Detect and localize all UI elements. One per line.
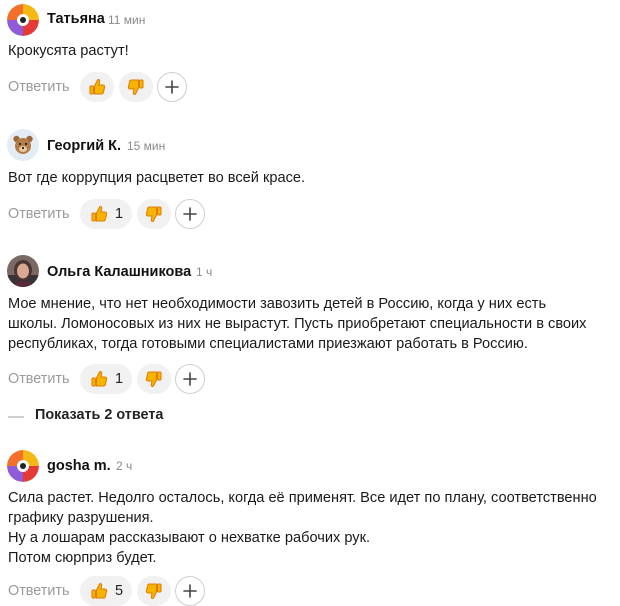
avatar[interactable] xyxy=(7,129,39,161)
comment-actions: Ответить 1 xyxy=(0,199,620,231)
show-replies-label: Показать 2 ответа xyxy=(35,407,164,423)
comment-text-line: Ну а лошарам рассказывают о нехватке раб… xyxy=(8,530,371,546)
comment-author[interactable]: Ольга Калашникова xyxy=(47,264,191,280)
like-count: 1 xyxy=(114,206,124,222)
like-button[interactable]: 1 xyxy=(80,199,132,229)
dislike-button[interactable] xyxy=(137,364,171,394)
thumbs-up-icon xyxy=(91,371,108,387)
comment-text-line: Мое мнение, что нет необходимости завози… xyxy=(8,296,547,312)
dislike-button[interactable] xyxy=(119,72,153,102)
thumbs-up-icon xyxy=(91,583,108,599)
comment-time: 1 ч xyxy=(196,265,213,279)
like-count: 1 xyxy=(114,371,124,387)
add-reaction-button[interactable] xyxy=(175,576,205,606)
dislike-button[interactable] xyxy=(137,199,171,229)
multicolor-circle-avatar-icon xyxy=(7,4,39,36)
plus-icon xyxy=(165,80,179,94)
like-button[interactable]: 5 xyxy=(80,576,132,606)
like-count: 5 xyxy=(114,583,124,599)
comment-text-line: Крокусята растут! xyxy=(8,43,129,59)
avatar[interactable] xyxy=(7,450,39,482)
comment-text-line: Сила растет. Недолго осталось, когда её … xyxy=(8,490,597,506)
dislike-button[interactable] xyxy=(137,576,171,606)
comment-text-line: школы. Ломоносовых из них не вырастут. П… xyxy=(8,316,587,332)
avatar[interactable] xyxy=(7,4,39,36)
comment-text-line: республиках, тогда готовыми специалистам… xyxy=(8,336,528,352)
avatar[interactable] xyxy=(7,255,39,287)
like-button[interactable] xyxy=(80,72,114,102)
comment-text: Крокусята растут! xyxy=(8,41,610,61)
thumbs-down-icon xyxy=(145,583,162,599)
comment-text: Сила растет. Недолго осталось, когда её … xyxy=(8,488,610,568)
plus-icon xyxy=(183,207,197,221)
thumbs-down-icon xyxy=(145,371,162,387)
add-reaction-button[interactable] xyxy=(175,199,205,229)
comment-text-line: Потом сюрприз будет. xyxy=(8,550,157,566)
photo-avatar-icon xyxy=(7,255,39,287)
add-reaction-button[interactable] xyxy=(157,72,187,102)
comment-time: 11 мин xyxy=(108,13,146,27)
multicolor-circle-avatar-icon xyxy=(7,450,39,482)
comment-author[interactable]: Татьяна xyxy=(47,11,105,27)
comment-text: Вот где коррупция расцветет во всей крас… xyxy=(8,168,610,188)
thumbs-down-icon xyxy=(127,79,144,95)
thumbs-up-icon xyxy=(91,206,108,222)
comment-time: 2 ч xyxy=(116,459,133,473)
comment-time: 15 мин xyxy=(127,139,166,153)
plus-icon xyxy=(183,584,197,598)
comment-actions: Ответить 5 xyxy=(0,576,620,606)
comment-author[interactable]: Георгий К. xyxy=(47,138,121,154)
comment-actions: Ответить xyxy=(0,72,620,104)
comment-text-line: графику разрушения. xyxy=(8,510,154,526)
reply-button[interactable]: Ответить xyxy=(8,371,70,387)
thumbs-up-icon xyxy=(89,79,106,95)
plus-icon xyxy=(183,372,197,386)
reply-button[interactable]: Ответить xyxy=(8,206,70,222)
comment-text: Мое мнение, что нет необходимости завози… xyxy=(8,294,610,354)
reply-button[interactable]: Ответить xyxy=(8,79,70,95)
reply-button[interactable]: Ответить xyxy=(8,583,70,599)
comment-actions: Ответить 1 xyxy=(0,364,620,396)
bear-face-avatar-icon xyxy=(7,129,39,161)
thumbs-down-icon xyxy=(145,206,162,222)
like-button[interactable]: 1 xyxy=(80,364,132,394)
comment-author[interactable]: gosha m. xyxy=(47,458,111,474)
comment-text-line: Вот где коррупция расцветет во всей крас… xyxy=(8,170,306,186)
replies-divider xyxy=(8,416,24,418)
show-replies-button[interactable]: Показать 2 ответа xyxy=(8,406,308,426)
add-reaction-button[interactable] xyxy=(175,364,205,394)
